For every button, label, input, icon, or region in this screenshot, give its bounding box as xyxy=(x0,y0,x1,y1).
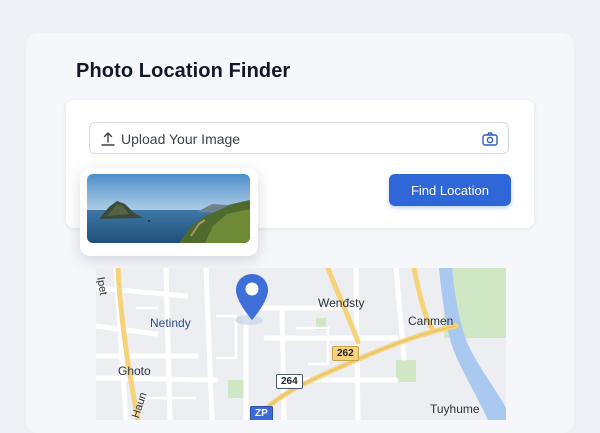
page-title: Photo Location Finder xyxy=(76,60,291,82)
uploaded-photo xyxy=(87,174,250,243)
map-view[interactable]: Ipet Netindy Wenđsty Canmen Ghoto Haun T… xyxy=(96,268,506,420)
map-label-wendsty: Wenđsty xyxy=(318,296,365,310)
map-label-tuyhume: Tuyhume xyxy=(430,402,480,416)
camera-icon[interactable] xyxy=(481,130,499,148)
route-zp-shield: ZP xyxy=(250,406,273,420)
photo-preview-card[interactable] xyxy=(80,168,258,256)
map-label-canmen: Canmen xyxy=(408,314,454,328)
location-pin-icon[interactable] xyxy=(234,272,270,324)
map-label-ghoto: Ghoto xyxy=(118,364,151,378)
route-264-shield: 264 xyxy=(276,374,303,389)
map-canvas xyxy=(96,268,506,420)
upload-placeholder: Upload Your Image xyxy=(121,131,241,147)
upload-icon xyxy=(101,132,115,146)
find-location-button[interactable]: Find Location xyxy=(389,174,511,206)
map-label-netindy: Netindy xyxy=(150,316,191,330)
route-262-shield: 262 xyxy=(332,346,359,361)
upload-field[interactable]: Upload Your Image xyxy=(89,122,509,154)
